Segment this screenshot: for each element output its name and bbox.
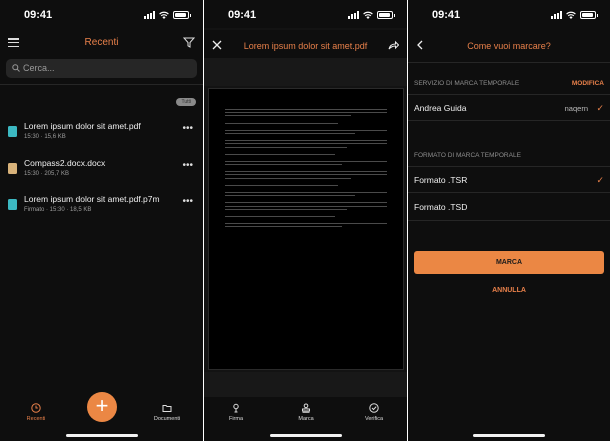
word-icon: [8, 163, 17, 174]
service-section-label: SERVIZIO DI MARCA TEMPORALE: [414, 80, 520, 87]
file-name: Lorem ipsum dolor sit amet.pdf: [24, 121, 141, 131]
signal-icon: [144, 11, 155, 19]
home-indicator: [65, 434, 138, 437]
clock-icon: [31, 403, 41, 413]
service-name: Andrea Guida: [414, 103, 467, 113]
signal-icon: [551, 11, 562, 19]
search-input[interactable]: Cerca...: [6, 59, 197, 78]
format-label: Formato .TSR: [414, 175, 468, 185]
status-time: 09:41: [24, 9, 53, 21]
divider: [0, 84, 203, 85]
filter-pill[interactable]: Tutti: [176, 98, 196, 106]
wifi-icon: [363, 11, 373, 19]
file-row[interactable]: Lorem ipsum dolor sit amet.pdf.p7m Firma…: [0, 191, 203, 223]
tab-recenti[interactable]: Recenti: [16, 403, 56, 422]
tab-documenti[interactable]: Documenti: [147, 403, 187, 422]
check-icon: ✓: [596, 175, 604, 185]
format-section-label: FORMATO DI MARCA TEMPORALE: [414, 152, 521, 159]
filter-icon[interactable]: [183, 37, 195, 48]
status-time: 09:41: [228, 9, 257, 21]
page-title: Come vuoi marcare?: [467, 41, 551, 51]
format-label: Formato .TSD: [414, 202, 468, 212]
home-indicator: [269, 434, 342, 437]
divider: [408, 192, 610, 193]
signed-file-icon: [8, 199, 17, 210]
status-bar: 09:41: [408, 0, 610, 28]
modify-button[interactable]: MODIFICA: [572, 80, 604, 87]
file-meta: 15:30 · 205,7 KB: [24, 171, 70, 177]
app-header: Recenti: [0, 30, 203, 56]
tab-label: Documenti: [153, 416, 181, 422]
status-icons: [144, 11, 191, 19]
battery-icon: [173, 11, 191, 19]
pdf-icon: [8, 126, 17, 137]
share-icon[interactable]: [388, 40, 399, 50]
battery-icon: [377, 11, 395, 19]
document-title: Lorem ipsum dolor sit amet.pdf: [243, 41, 368, 51]
check-circle-icon: [369, 403, 379, 413]
signal-icon: [348, 11, 359, 19]
format-option-tsr[interactable]: Formato .TSR ✓: [408, 167, 610, 191]
viewer-header: Lorem ipsum dolor sit amet.pdf: [204, 30, 407, 58]
add-button[interactable]: +: [87, 392, 117, 422]
status-time: 09:41: [432, 9, 461, 21]
more-options-icon[interactable]: •••: [182, 196, 193, 207]
document-viewer-screen: 09:41 Lorem ipsum dolor sit amet.pdf Fir…: [204, 0, 407, 441]
page-backdrop: [204, 58, 407, 86]
status-icons: [551, 11, 598, 19]
wifi-icon: [566, 11, 576, 19]
pen-icon: [233, 403, 239, 413]
status-bar: 09:41: [0, 0, 203, 28]
stamp-icon: [302, 403, 310, 413]
file-name: Lorem ipsum dolor sit amet.pdf.p7m: [24, 194, 160, 204]
document-page: [208, 88, 404, 370]
service-user: naqern: [564, 104, 588, 113]
marca-button[interactable]: MARCA: [414, 251, 604, 274]
divider: [408, 120, 610, 121]
battery-icon: [580, 11, 598, 19]
page-title: Recenti: [84, 37, 119, 48]
divider: [408, 62, 610, 63]
search-placeholder: Cerca...: [23, 63, 55, 73]
page-backdrop: [204, 372, 407, 398]
more-options-icon[interactable]: •••: [182, 160, 193, 171]
tab-label: Marca: [298, 416, 314, 422]
timestamp-options-screen: 09:41 Come vuoi marcare? SERVIZIO DI MAR…: [408, 0, 610, 441]
home-indicator: [473, 434, 545, 437]
file-name: Compass2.docx.docx: [24, 158, 106, 168]
more-options-icon[interactable]: •••: [182, 123, 193, 134]
wifi-icon: [159, 11, 169, 19]
tab-label: Verifica: [364, 416, 384, 422]
file-row[interactable]: Lorem ipsum dolor sit amet.pdf 15:30 · 1…: [0, 118, 203, 150]
service-row[interactable]: Andrea Guida naqern ✓: [408, 95, 610, 119]
format-option-tsd[interactable]: Formato .TSD: [408, 194, 610, 218]
recent-files-screen: 09:41 Recenti Cerca... Tutti Lorem ipsum…: [0, 0, 203, 441]
tab-verifica[interactable]: Verifica: [354, 403, 394, 422]
status-icons: [348, 11, 395, 19]
file-row[interactable]: Compass2.docx.docx 15:30 · 205,7 KB •••: [0, 155, 203, 187]
tab-marca[interactable]: Marca: [286, 403, 326, 422]
tab-label: Firma: [228, 416, 244, 422]
search-icon: [12, 64, 20, 72]
divider: [408, 220, 610, 221]
status-bar: 09:41: [204, 0, 407, 28]
options-header: Come vuoi marcare?: [408, 30, 610, 60]
folder-icon: [162, 405, 172, 412]
tab-firma[interactable]: Firma: [216, 403, 256, 422]
annulla-button[interactable]: ANNULLA: [408, 287, 610, 294]
file-meta: Firmato · 15:30 · 18,5 KB: [24, 207, 92, 213]
file-meta: 15:30 · 15,6 KB: [24, 134, 66, 140]
tab-label: Recenti: [26, 416, 46, 422]
check-icon: ✓: [596, 103, 604, 113]
